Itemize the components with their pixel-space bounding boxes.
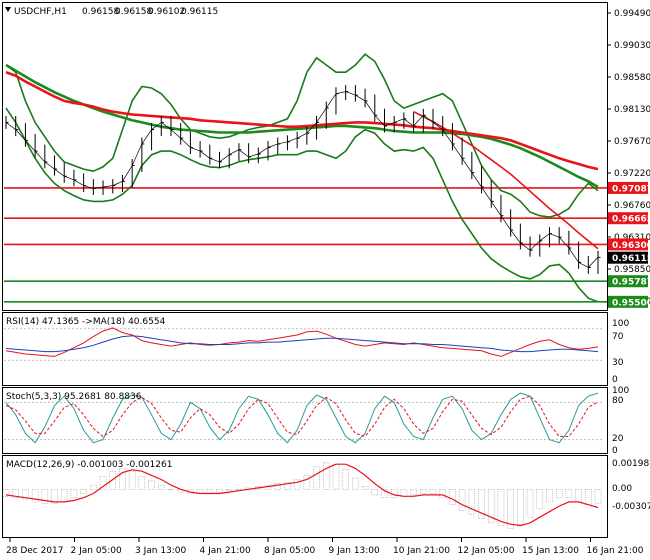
price-y-tick-label: 0.99490 [614,9,650,19]
price-y-tick-label: 0.95850 [614,265,650,275]
x-tick-label: 15 Jan 13:00 [522,546,579,556]
macd-y-tick-label: 0.00 [612,484,632,494]
ohlc-open: 0.96158 [82,7,119,17]
x-tick-label: 8 Jan 05:00 [264,546,316,556]
stoch-y-tick-label: 100 [612,386,629,396]
macd-y-tick-label: 0.001985 [612,459,650,469]
level-label-2: 0.96300 [612,241,650,251]
rsi-label: RSI(14) 47.1365 ->MA(18) 40.6554 [6,317,166,327]
rsi-y-tick-label: 70 [612,332,624,342]
level-label-4: 0.95787 [612,278,650,288]
macd-y-tick-label: -0.003076 [612,502,650,512]
x-tick-label: 9 Jan 13:00 [329,546,381,556]
x-tick-label: 4 Jan 21:00 [200,546,252,556]
chart-symbol: USDCHF,H1 [14,7,67,17]
price-y-tick-label: 0.97670 [614,137,650,147]
price-y-tick-label: 0.96760 [614,201,650,211]
level-label-0: 0.97087 [612,184,650,194]
stoch-y-tick-label: 80 [612,396,624,406]
level-label-3: 0.96115 [612,254,650,264]
price-y-tick-label: 0.98130 [614,105,650,115]
x-tick-label: 28 Dec 2017 [6,546,64,556]
stoch-y-tick-label: 20 [612,434,624,444]
macd-label: MACD(12,26,9) -0.001003 -0.001261 [6,460,172,470]
price-y-tick-label: 0.99030 [614,41,650,51]
x-tick-label: 10 Jan 21:00 [393,546,450,556]
price-y-tick-label: 0.98580 [614,73,650,83]
ohlc-high: 0.96158 [115,7,152,17]
x-tick-label: 2 Jan 05:00 [71,546,123,556]
x-tick-label: 12 Jan 05:00 [458,546,515,556]
level-label-1: 0.96665 [612,215,650,225]
ohlc-close: 0.96115 [181,7,218,17]
price-pane[interactable] [2,2,608,311]
level-label-5: 0.95500 [612,298,650,308]
usdchf-chart: 0.99490 0.99030 0.98580 0.98130 0.97670 0.972… [2,2,650,556]
x-tick-label: 16 Jan 21:00 [587,546,644,556]
rsi-y-tick-label: 0 [612,375,618,385]
stoch-y-tick-label: 0 [612,446,618,456]
ohlc-low: 0.96102 [148,7,185,17]
price-y-tick-label: 0.97220 [614,169,650,179]
x-tick-label: 3 Jan 13:00 [135,546,187,556]
rsi-y-tick-label: 30 [612,358,624,368]
rsi-y-tick-label: 100 [612,319,629,329]
stoch-label: Stoch(5,3,3) 95.2681 80.8836 [6,392,142,402]
